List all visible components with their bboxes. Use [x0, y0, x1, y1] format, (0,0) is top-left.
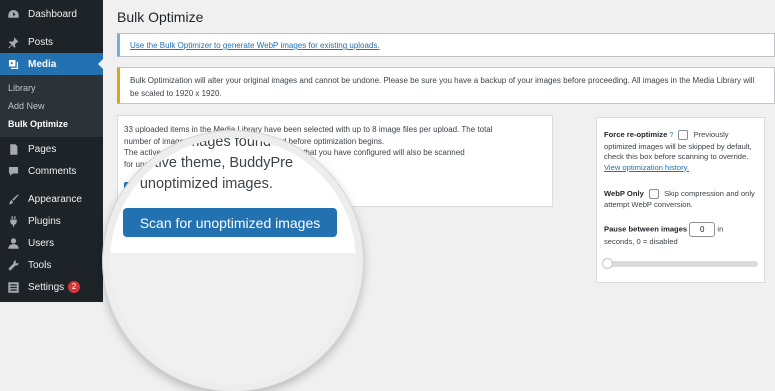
sidebar-item-label: Settings	[28, 281, 65, 293]
sidebar-item-label: Comments	[28, 165, 77, 177]
pause-description: seconds, 0 = disabled	[604, 237, 678, 246]
sidebar-item-comments[interactable]: Comments	[0, 160, 103, 182]
sidebar-item-dashboard[interactable]: Dashboard	[0, 3, 103, 25]
plugin-icon	[6, 214, 20, 228]
magnified-background	[110, 253, 356, 384]
scan-description-line: 33 uploaded items in the Media Library h…	[124, 125, 493, 134]
scan-for-unoptimized-images-button[interactable]: Scan for unoptimized images	[123, 208, 337, 237]
wrench-icon	[6, 258, 20, 272]
media-icon	[6, 57, 20, 71]
force-reoptimize-row: Force re-optimize ? Previously optimized…	[604, 130, 760, 173]
info-notice: Use the Bulk Optimizer to generate WebP …	[117, 33, 775, 57]
page-icon	[6, 142, 20, 156]
sidebar-item-label: Plugins	[28, 215, 61, 227]
magnified-text-line: e active theme, BuddyPre	[127, 155, 293, 171]
user-icon	[6, 236, 20, 250]
submenu-item-library[interactable]: Library	[8, 83, 36, 93]
pause-row: Pause between images 0 in seconds, 0 = d…	[604, 222, 760, 248]
sidebar-item-plugins[interactable]: Plugins	[0, 210, 103, 232]
sidebar-item-media[interactable]: Media	[0, 53, 103, 75]
magnified-text-prefix: e	[127, 155, 136, 171]
magnifier-lens: r of images found e active theme, BuddyP…	[103, 131, 363, 391]
optimization-settings-panel: Force re-optimize ? Previously optimized…	[596, 117, 765, 283]
sidebar-item-label: Users	[28, 237, 55, 249]
dashboard-icon	[6, 7, 20, 21]
sidebar-item-label: Tools	[28, 259, 52, 271]
help-icon[interactable]: ?	[669, 132, 673, 139]
bulk-optimizer-webp-link[interactable]: Use the Bulk Optimizer to generate WebP …	[130, 41, 380, 50]
update-count-badge: 2	[68, 281, 81, 293]
submenu-item-add-new[interactable]: Add New	[8, 101, 45, 111]
sidebar-item-label: Posts	[28, 36, 54, 48]
comment-icon	[6, 164, 20, 178]
media-submenu: Library Add New Bulk Optimize	[0, 75, 103, 137]
sidebar-item-settings[interactable]: Settings 2	[0, 276, 103, 298]
admin-sidebar: Dashboard Posts Media Library Add New Bu…	[0, 0, 103, 302]
optimization-history-link[interactable]: View optimization history.	[604, 163, 689, 172]
active-menu-arrow	[98, 59, 103, 69]
settings-icon	[6, 280, 20, 294]
magnified-text: active theme, BuddyPre	[139, 155, 294, 171]
sidebar-item-label: Appearance	[28, 193, 82, 205]
pin-icon	[6, 35, 20, 49]
sidebar-item-posts[interactable]: Posts	[0, 31, 103, 53]
magnified-text-line: r unoptimized images.	[131, 176, 273, 192]
page-title: Bulk Optimize	[117, 9, 204, 25]
pause-label: Pause between images	[604, 224, 688, 234]
webp-only-label: WebP Only	[604, 189, 644, 198]
sidebar-item-pages[interactable]: Pages	[0, 138, 103, 160]
sidebar-item-label: Pages	[28, 143, 57, 155]
sidebar-item-label: Dashboard	[28, 8, 77, 20]
pause-unit: in	[717, 224, 724, 234]
sidebar-item-tools[interactable]: Tools	[0, 254, 103, 276]
sidebar-item-label: Media	[28, 58, 57, 70]
force-reoptimize-label: Force re-optimize	[604, 130, 668, 139]
submenu-item-bulk-optimize[interactable]: Bulk Optimize	[8, 119, 68, 129]
force-reoptimize-checkbox[interactable]	[678, 130, 689, 140]
sidebar-item-users[interactable]: Users	[0, 232, 103, 254]
sidebar-item-appearance[interactable]: Appearance	[0, 188, 103, 210]
warning-text: Bulk Optimization will alter your origin…	[130, 76, 755, 98]
pause-seconds-input[interactable]: 0	[689, 222, 716, 237]
webp-only-checkbox[interactable]	[648, 189, 659, 199]
warning-notice: Bulk Optimization will alter your origin…	[117, 67, 775, 104]
magnified-content: r of images found e active theme, BuddyP…	[110, 138, 356, 384]
brush-icon	[6, 192, 20, 206]
webp-only-row: WebP Only Skip compression and only atte…	[604, 189, 760, 210]
pause-slider-track[interactable]	[604, 261, 758, 267]
pause-slider-handle[interactable]	[602, 258, 613, 269]
